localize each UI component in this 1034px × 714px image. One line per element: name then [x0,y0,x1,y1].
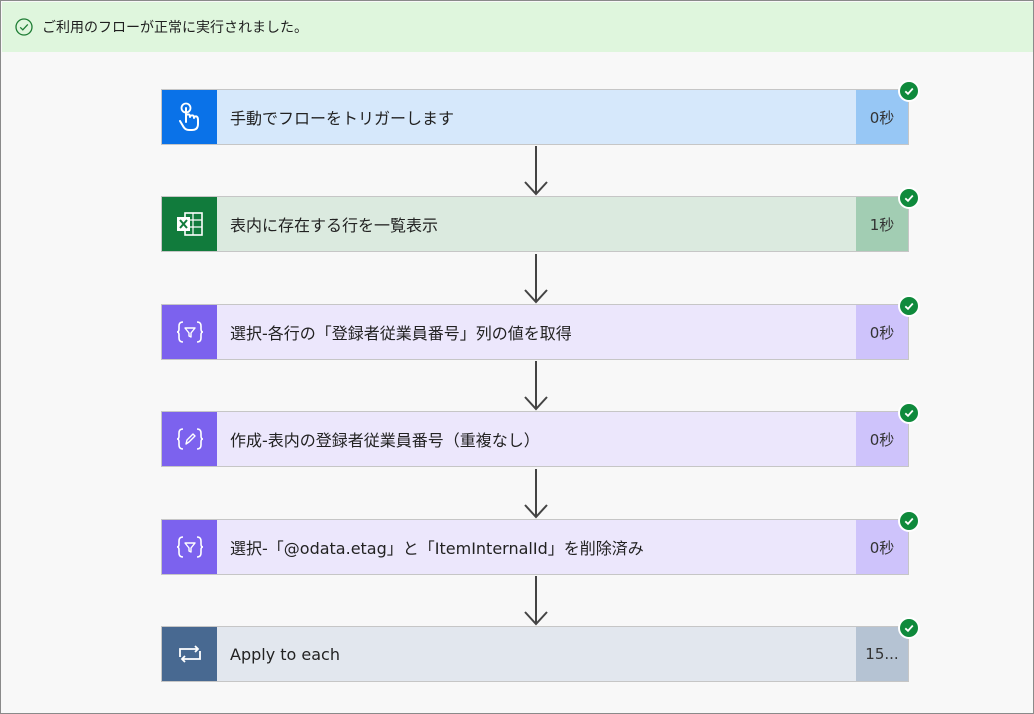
step-title: 手動でフローをトリガーします [217,90,856,144]
data-select-icon [162,520,217,574]
circle-check-icon [15,18,33,36]
success-check-icon [898,295,920,317]
success-check-icon [898,187,920,209]
flow-step-list-rows[interactable]: 表内に存在する行を一覧表示 1秒 [161,187,920,252]
step-title: Apply to each [217,627,856,681]
success-banner: ご利用のフローが正常に実行されました。 [2,2,1033,52]
data-compose-icon [162,412,217,466]
step-title: 選択-「@odata.etag」と「ItemInternalId」を削除済み [217,520,856,574]
flow-step-select-column[interactable]: 選択-各行の「登録者従業員番号」列の値を取得 0秒 [161,295,920,360]
success-check-icon [898,402,920,424]
touch-hand-icon [162,90,217,144]
success-check-icon [898,617,920,639]
success-check-icon [898,80,920,102]
down-arrow-icon [524,361,548,411]
flow-step-select-remove-columns[interactable]: 選択-「@odata.etag」と「ItemInternalId」を削除済み 0… [161,510,920,575]
success-check-icon [898,510,920,532]
down-arrow-icon [524,254,548,304]
step-title: 選択-各行の「登録者従業員番号」列の値を取得 [217,305,856,359]
flow-step-manual-trigger[interactable]: 手動でフローをトリガーします 0秒 [161,80,920,145]
step-title: 表内に存在する行を一覧表示 [217,197,856,251]
loop-icon [162,627,217,681]
down-arrow-icon [524,576,548,626]
flow-step-apply-to-each[interactable]: Apply to each 15... [161,617,920,682]
flow-step-compose-unique[interactable]: 作成-表内の登録者従業員番号（重複なし） 0秒 [161,402,920,467]
down-arrow-icon [524,146,548,196]
step-title: 作成-表内の登録者従業員番号（重複なし） [217,412,856,466]
data-select-icon [162,305,217,359]
excel-icon [162,197,217,251]
down-arrow-icon [524,469,548,519]
banner-message: ご利用のフローが正常に実行されました。 [42,20,308,36]
